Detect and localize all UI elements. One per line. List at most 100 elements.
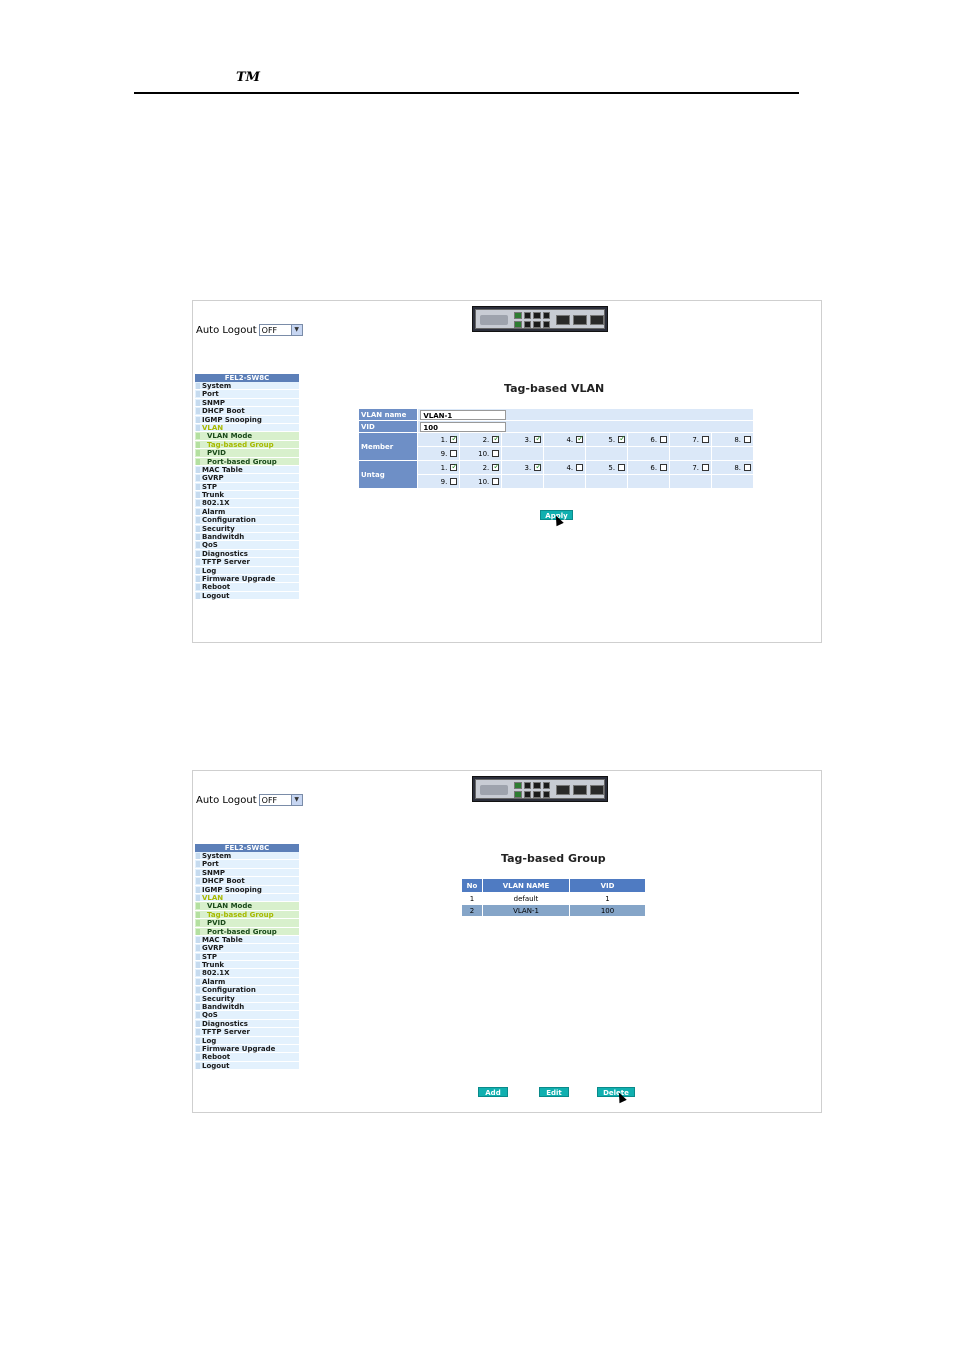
untag-port-1-checkbox[interactable] (450, 462, 458, 471)
menu-item-configuration[interactable]: Configuration (195, 986, 299, 995)
menu-item-port-based-group[interactable]: Port-based Group (195, 927, 299, 936)
auto-logout: Auto Logout OFF ▼ (196, 324, 303, 336)
menu-item-vlan[interactable]: VLAN (195, 893, 299, 903)
auto-logout-select[interactable]: OFF ▼ (258, 324, 303, 336)
menu-item-logout[interactable]: Logout (195, 591, 299, 601)
row-vid: 100 (569, 904, 646, 917)
port-number-label: 3. (524, 463, 532, 472)
member-port-3: 3. (501, 432, 545, 447)
menu-item-tftp-server[interactable]: TFTP Server (195, 1028, 299, 1037)
menu-item-dhcp-boot[interactable]: DHCP Boot (195, 407, 299, 416)
menu-item-bandwitdh[interactable]: Bandwitdh (195, 533, 299, 542)
table-row[interactable]: 1 default 1 (461, 892, 646, 905)
menu-item-tag-based-group[interactable]: Tag-based Group (195, 440, 299, 450)
menu-item-mac-table[interactable]: MAC Table (195, 465, 299, 475)
menu-item-trunk[interactable]: Trunk (195, 491, 299, 500)
row-vlan-name: default (482, 892, 570, 905)
menu-item-port-based-group[interactable]: Port-based Group (195, 457, 299, 466)
member-port-5-checkbox[interactable] (618, 434, 626, 443)
menu-item-pvid[interactable]: PVID (195, 449, 299, 458)
member-port-6-checkbox[interactable] (660, 436, 668, 443)
untag-port-5-checkbox[interactable] (618, 464, 626, 471)
menu-item-gvrp[interactable]: GVRP (195, 944, 299, 953)
menu-item-bandwitdh[interactable]: Bandwitdh (195, 1003, 299, 1012)
menu-item-vlan[interactable]: VLAN (195, 423, 299, 433)
untag-port-3-checkbox[interactable] (534, 462, 542, 471)
member-port-9: 9. (417, 446, 461, 461)
menu-item-security[interactable]: Security (195, 524, 299, 534)
menu-item-tag-based-group[interactable]: Tag-based Group (195, 910, 299, 920)
menu-item-reboot[interactable]: Reboot (195, 1053, 299, 1062)
menu-item-gvrp[interactable]: GVRP (195, 474, 299, 483)
page-title: Tag-based Group (501, 852, 606, 865)
menu-item-mac-table[interactable]: MAC Table (195, 935, 299, 945)
untag-port-9: 9. (417, 474, 461, 489)
menu-item-snmp[interactable]: SNMP (195, 398, 299, 408)
menu-item-port[interactable]: Port (195, 390, 299, 399)
auto-logout-select[interactable]: OFF ▼ (258, 794, 303, 806)
add-button[interactable]: Add (478, 1087, 508, 1097)
port-number-label: 9. (440, 477, 448, 486)
member-port-7-checkbox[interactable] (702, 436, 710, 443)
device-logo (480, 785, 508, 795)
row-vlan-name: VLAN-1 (482, 904, 570, 917)
menu-item-snmp[interactable]: SNMP (195, 868, 299, 878)
menu-item-stp[interactable]: STP (195, 952, 299, 962)
member-port-8: 8. (711, 432, 754, 447)
menu-items: System Port SNMP DHCP Boot IGMP Snooping VLAN… (195, 852, 299, 1071)
table-row[interactable]: 2 VLAN-1 100 (461, 904, 646, 917)
menu-item-firmware-upgrade[interactable]: Firmware Upgrade (195, 574, 299, 584)
menu-item-diagnostics[interactable]: Diagnostics (195, 1019, 299, 1029)
member-port-2-checkbox[interactable] (492, 434, 500, 443)
menu-item-firmware-upgrade[interactable]: Firmware Upgrade (195, 1044, 299, 1054)
menu-item-dhcp-boot[interactable]: DHCP Boot (195, 877, 299, 886)
untag-port-4-checkbox[interactable] (576, 464, 584, 471)
edit-button[interactable]: Edit (539, 1087, 569, 1097)
member-port-4-checkbox[interactable] (576, 434, 584, 443)
menu-item-stp[interactable]: STP (195, 482, 299, 492)
port-number-label: 3. (524, 435, 532, 444)
menu-item-diagnostics[interactable]: Diagnostics (195, 549, 299, 559)
menu-item-vlan-mode[interactable]: VLAN Mode (195, 432, 299, 441)
menu-item-security[interactable]: Security (195, 994, 299, 1004)
menu-item-qos[interactable]: QoS (195, 541, 299, 550)
member-port-10-checkbox[interactable] (492, 450, 500, 457)
member-port-3-checkbox[interactable] (534, 434, 542, 443)
menu-item-trunk[interactable]: Trunk (195, 961, 299, 970)
menu-item-alarm[interactable]: Alarm (195, 977, 299, 987)
menu-item-log[interactable]: Log (195, 566, 299, 575)
member-port-9-checkbox[interactable] (450, 450, 458, 457)
untag-port-6-checkbox[interactable] (660, 464, 668, 471)
menu-item-system[interactable]: System (195, 382, 299, 391)
menu-item-system[interactable]: System (195, 852, 299, 861)
untag-port-8-checkbox[interactable] (744, 464, 751, 471)
menu-item-pvid[interactable]: PVID (195, 919, 299, 928)
vlan-name-input[interactable]: VLAN-1 (420, 409, 507, 420)
untag-port-7-checkbox[interactable] (702, 464, 710, 471)
port-number-label: 6. (650, 463, 658, 472)
member-label: Member (357, 432, 419, 461)
member-port-1-checkbox[interactable] (450, 434, 458, 443)
menu-item-vlan-mode[interactable]: VLAN Mode (195, 902, 299, 911)
menu-item-802-1x[interactable]: 802.1X (195, 499, 299, 508)
menu-item-802-1x[interactable]: 802.1X (195, 969, 299, 978)
menu-item-logout[interactable]: Logout (195, 1061, 299, 1071)
menu-item-igmp-snooping[interactable]: IGMP Snooping (195, 415, 299, 424)
menu-item-port[interactable]: Port (195, 860, 299, 869)
untag-port-10-checkbox[interactable] (492, 478, 500, 485)
menu-item-log[interactable]: Log (195, 1036, 299, 1045)
menu-item-configuration[interactable]: Configuration (195, 516, 299, 525)
port-number-label: 4. (566, 435, 574, 444)
untag-port-9-checkbox[interactable] (450, 478, 458, 485)
member-port-8-checkbox[interactable] (744, 436, 751, 443)
menu-item-reboot[interactable]: Reboot (195, 583, 299, 592)
auto-logout: Auto Logout OFF ▼ (196, 794, 303, 806)
menu-item-igmp-snooping[interactable]: IGMP Snooping (195, 885, 299, 894)
port-number-label: 2. (482, 463, 490, 472)
port-number-label: 2. (482, 435, 490, 444)
menu-item-alarm[interactable]: Alarm (195, 507, 299, 517)
menu-item-qos[interactable]: QoS (195, 1011, 299, 1020)
menu-item-tftp-server[interactable]: TFTP Server (195, 558, 299, 567)
vid-input[interactable]: 100 (420, 421, 507, 432)
untag-port-2-checkbox[interactable] (492, 462, 500, 471)
